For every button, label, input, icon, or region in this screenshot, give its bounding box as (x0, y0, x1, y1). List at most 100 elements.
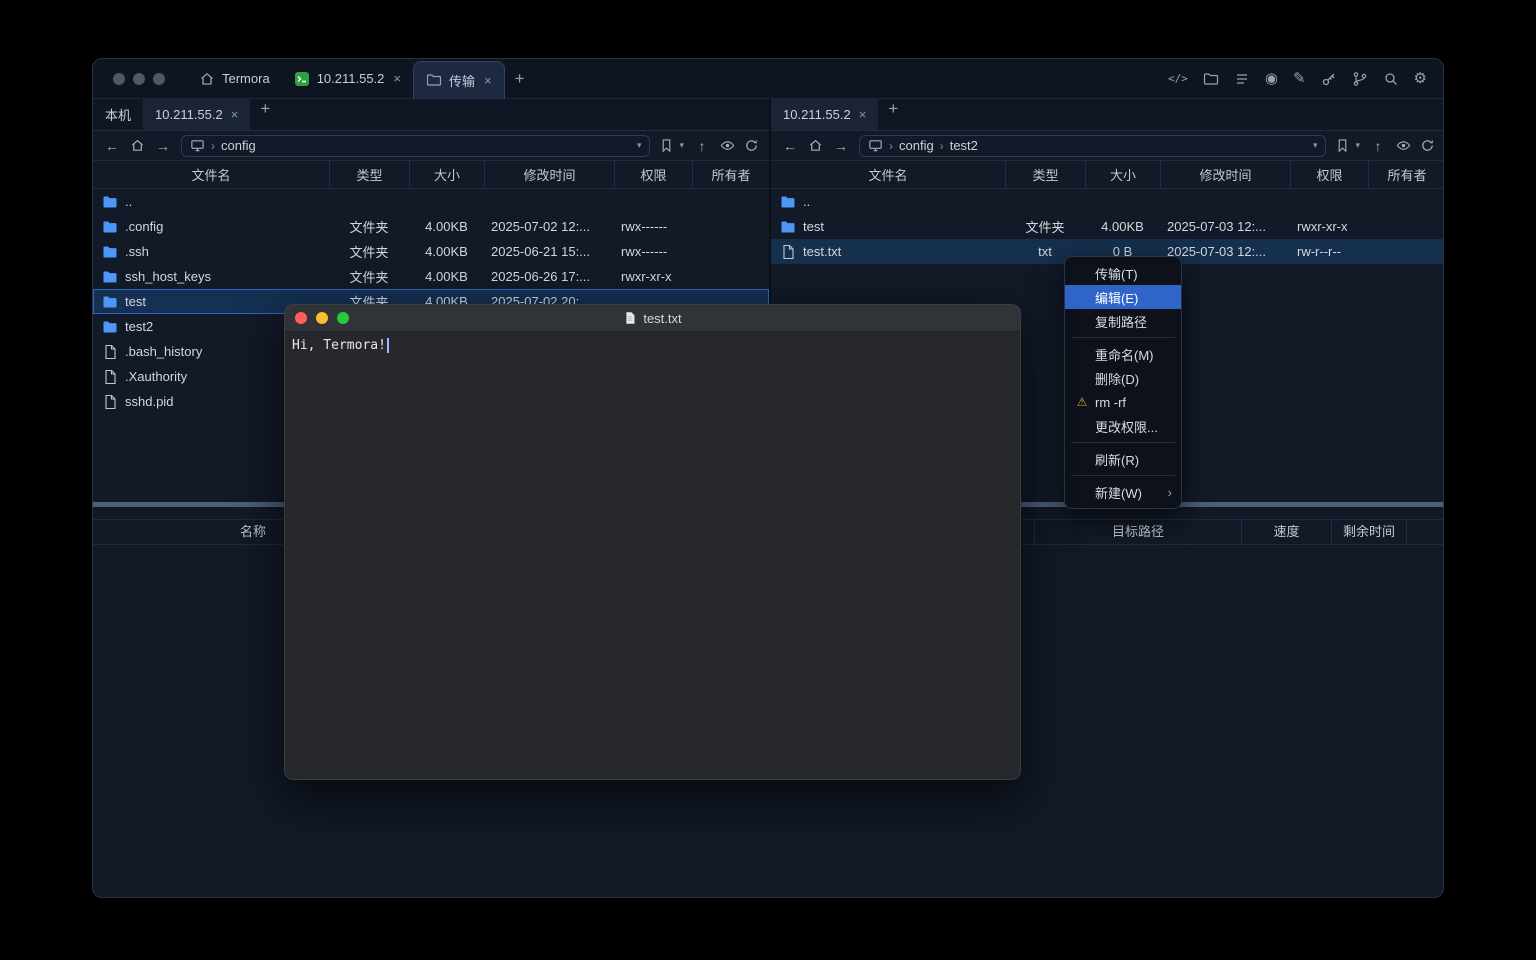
table-row[interactable]: .ssh 文件夹4.00KB2025-06-21 15:...rwx------ (93, 239, 769, 264)
table-row[interactable]: .. (93, 189, 769, 214)
table-row[interactable]: ssh_host_keys 文件夹4.00KB2025-06-26 17:...… (93, 264, 769, 289)
transfer-column-speed[interactable]: 速度 (1241, 520, 1331, 544)
chevron-down-icon[interactable]: ▾ (1313, 140, 1318, 151)
path-breadcrumb[interactable]: › config › test2 ▾ (859, 135, 1326, 157)
table-row[interactable]: .. (771, 189, 1444, 214)
new-tab-button[interactable]: + (505, 69, 535, 89)
file-name: .Xauthority (125, 369, 187, 384)
close-icon[interactable]: × (393, 71, 401, 86)
bookmark-dropdown-icon[interactable]: ▾ (679, 140, 684, 151)
menu-item-change-permissions[interactable]: 更改权限... (1065, 414, 1181, 438)
titlebar-toolbar: </> ◉ ✎ ⚙ (1168, 71, 1443, 87)
keys-icon[interactable] (1321, 71, 1337, 87)
close-icon[interactable]: × (231, 107, 239, 122)
column-header-modified[interactable]: 修改时间 (1160, 161, 1290, 188)
minimize-window-button[interactable] (316, 312, 328, 324)
file-name: .. (125, 194, 132, 209)
maximize-window-button[interactable] (337, 312, 349, 324)
menu-item-edit[interactable]: 编辑(E) (1065, 285, 1181, 309)
home-button[interactable] (808, 138, 823, 153)
chevron-down-icon[interactable]: ▾ (637, 140, 642, 151)
file-name: test2 (125, 319, 153, 334)
menu-separator (1071, 442, 1175, 443)
folder-icon (780, 219, 796, 235)
show-hidden-eye-icon[interactable] (1396, 138, 1411, 153)
home-button[interactable] (130, 138, 145, 153)
column-header-modified[interactable]: 修改时间 (484, 161, 614, 188)
file-icon (102, 344, 118, 360)
close-window-button[interactable] (113, 73, 125, 85)
tab-label: 10.211.55.2 (155, 107, 223, 122)
close-icon[interactable]: × (484, 73, 492, 88)
main-tabs: Termora 10.211.55.2 × 传输 × + (187, 59, 535, 98)
column-header-size[interactable]: 大小 (1085, 161, 1160, 188)
editor-window-controls (295, 305, 349, 331)
path-segment[interactable]: config (899, 138, 934, 153)
record-icon[interactable]: ◉ (1265, 71, 1278, 86)
show-hidden-eye-icon[interactable] (720, 138, 735, 153)
column-header-owner[interactable]: 所有者 (1368, 161, 1444, 188)
menu-item-transfer[interactable]: 传输(T) (1065, 261, 1181, 285)
warning-icon: ⚠ (1073, 395, 1091, 409)
transfer-column-target[interactable]: 目标路径 (1034, 520, 1241, 544)
column-header-perm[interactable]: 权限 (614, 161, 692, 188)
column-header-owner[interactable]: 所有者 (692, 161, 769, 188)
refresh-icon[interactable] (744, 138, 759, 153)
path-segment[interactable]: test2 (950, 138, 978, 153)
tab-remote-host[interactable]: 10.211.55.2 × (771, 99, 878, 130)
tab-transfer[interactable]: 传输 × (413, 61, 505, 99)
table-row[interactable]: .config 文件夹4.00KB2025-07-02 12:...rwx---… (93, 214, 769, 239)
search-icon[interactable] (1383, 71, 1399, 87)
menu-item-refresh[interactable]: 刷新(R) (1065, 447, 1181, 471)
context-menu: 传输(T) 编辑(E) 复制路径 重命名(M) 删除(D) ⚠ rm -rf 更… (1064, 256, 1182, 509)
file-name: test (125, 294, 146, 309)
column-header-type[interactable]: 类型 (1005, 161, 1085, 188)
tab-remote-host[interactable]: 10.211.55.2 × (143, 99, 250, 130)
bookmark-icon[interactable] (1335, 138, 1350, 153)
forward-button[interactable]: → (154, 138, 172, 154)
bookmark-dropdown-icon[interactable]: ▾ (1355, 140, 1360, 151)
path-breadcrumb[interactable]: › config ▾ (181, 135, 650, 157)
edit-icon[interactable]: ✎ (1293, 71, 1306, 86)
tab-termora[interactable]: Termora (187, 59, 282, 98)
new-panel-tab-button[interactable]: + (250, 99, 280, 130)
new-panel-tab-button[interactable]: + (878, 99, 908, 130)
transfer-column-remaining[interactable]: 剩余时间 (1331, 520, 1406, 544)
menu-item-new[interactable]: 新建(W) › (1065, 480, 1181, 504)
chevron-right-icon: › (1168, 485, 1172, 500)
back-button[interactable]: ← (103, 138, 121, 154)
close-icon[interactable]: × (859, 107, 867, 122)
file-icon (102, 369, 118, 385)
upload-button[interactable]: ↑ (693, 138, 711, 154)
editor-titlebar: test.txt (285, 305, 1020, 332)
upload-button[interactable]: ↑ (1369, 138, 1387, 154)
minimize-window-button[interactable] (133, 73, 145, 85)
bookmark-icon[interactable] (659, 138, 674, 153)
close-window-button[interactable] (295, 312, 307, 324)
menu-item-delete[interactable]: 删除(D) (1065, 366, 1181, 390)
back-button[interactable]: ← (781, 138, 799, 154)
settings-gear-icon[interactable]: ⚙ (1414, 71, 1427, 86)
menu-item-rename[interactable]: 重命名(M) (1065, 342, 1181, 366)
column-header-name[interactable]: 文件名 (771, 161, 1005, 188)
left-panel-navbar: ← → › config ▾ ▾ ↑ (93, 131, 769, 161)
code-snippets-icon[interactable]: </> (1168, 72, 1188, 85)
column-header-perm[interactable]: 权限 (1290, 161, 1368, 188)
tab-host-session[interactable]: 10.211.55.2 × (282, 59, 413, 98)
path-segment[interactable]: config (221, 138, 256, 153)
column-header-type[interactable]: 类型 (329, 161, 409, 188)
branch-icon[interactable] (1352, 71, 1368, 87)
column-header-size[interactable]: 大小 (409, 161, 484, 188)
menu-item-copy-path[interactable]: 复制路径 (1065, 309, 1181, 333)
tab-local[interactable]: 本机 (93, 99, 143, 130)
refresh-icon[interactable] (1420, 138, 1435, 153)
folder-icon (102, 319, 118, 335)
column-header-name[interactable]: 文件名 (93, 161, 329, 188)
table-row[interactable]: test 文件夹4.00KB2025-07-03 12:...rwxr-xr-x (771, 214, 1444, 239)
editor-content[interactable]: Hi, Termora! (285, 332, 1020, 359)
menu-item-rm-rf[interactable]: ⚠ rm -rf (1065, 390, 1181, 414)
maximize-window-button[interactable] (153, 73, 165, 85)
forward-button[interactable]: → (832, 138, 850, 154)
log-icon[interactable] (1234, 71, 1250, 87)
folder-icon[interactable] (1203, 71, 1219, 87)
